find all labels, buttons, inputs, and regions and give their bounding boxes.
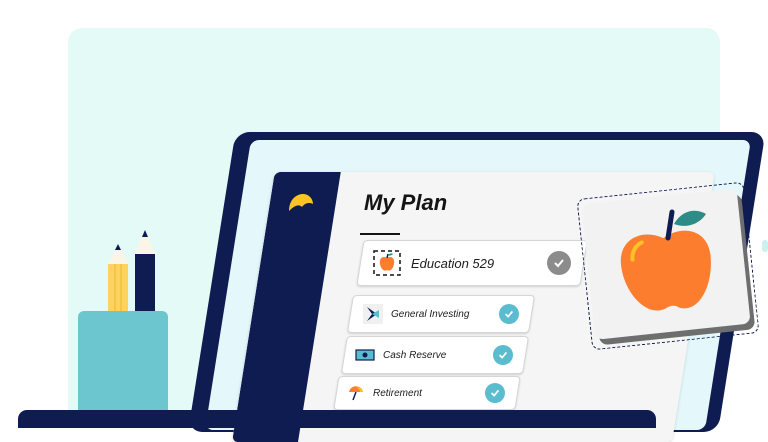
apple-icon	[373, 250, 401, 276]
brand-logo-icon	[289, 194, 313, 211]
check-icon	[485, 383, 505, 403]
plan-item-label: Cash Reserve	[383, 349, 447, 361]
large-apple-icon	[620, 209, 711, 311]
pencil-cup	[78, 311, 168, 411]
check-icon	[547, 251, 571, 275]
plan-item-retirement[interactable]: Retirement	[333, 376, 521, 410]
plan-item-cash-reserve[interactable]: Cash Reserve	[340, 336, 530, 374]
plan-item-general-investing[interactable]: General Investing	[346, 295, 536, 333]
investing-icon	[363, 304, 383, 324]
plan-item-label: Education 529	[411, 255, 495, 271]
cash-icon	[355, 349, 375, 361]
yellow-pencil-icon	[108, 244, 128, 320]
decorative-dot	[762, 240, 768, 252]
check-icon	[499, 304, 519, 324]
laptop-base	[18, 410, 656, 428]
navy-pencil-icon	[135, 230, 155, 318]
check-icon	[493, 345, 513, 365]
plan-item-education-529[interactable]: Education 529	[356, 240, 588, 286]
title-underline	[360, 233, 400, 235]
plan-item-label: General Investing	[391, 308, 470, 320]
umbrella-icon	[349, 386, 363, 401]
plan-item-label: Retirement	[373, 387, 422, 399]
page-title: My Plan	[364, 190, 448, 215]
